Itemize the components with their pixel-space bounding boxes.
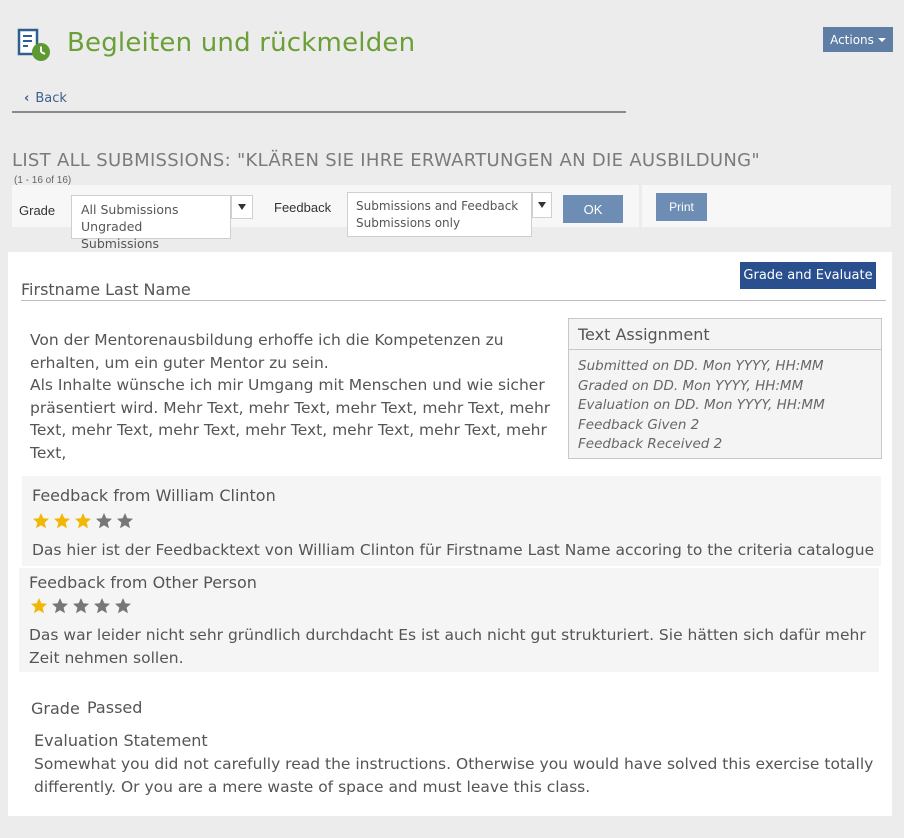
student-name: Firstname Last Name <box>21 280 191 299</box>
feedback-title: Feedback from William Clinton <box>32 486 276 505</box>
star-empty-icon <box>96 513 112 529</box>
star-filled-icon <box>31 598 47 614</box>
grade-option[interactable]: Ungraded Submissions <box>81 218 221 252</box>
submission-line: Von der Mentorenausbildung erhoffe ich d… <box>30 331 504 349</box>
feedback-text: Das hier ist der Feedbacktext von Willia… <box>32 541 875 559</box>
evaluation-text: Somewhat you did not carefully read the … <box>34 755 874 796</box>
grade-filter-select[interactable]: All Submissions Ungraded Submissions <box>71 195 231 251</box>
submission-text: Von der Mentorenausbildung erhoffe ich d… <box>30 329 552 464</box>
star-empty-icon <box>73 598 89 614</box>
evaluation-label: Evaluation Statement <box>34 731 208 750</box>
divider <box>12 111 626 113</box>
feedback-filter-select[interactable]: Submissions and Feedback Submissions onl… <box>347 192 532 237</box>
print-button[interactable]: Print <box>656 193 707 221</box>
submitted-date: Submitted on DD. Mon YYYY, HH:MM <box>578 358 824 374</box>
caret-down-icon <box>877 37 886 42</box>
star-filled-icon <box>54 513 70 529</box>
feedback-given: Feedback Given 2 <box>578 416 700 433</box>
app-icon <box>16 28 52 64</box>
star-empty-icon <box>115 598 131 614</box>
graded-date: Graded on DD. Mon YYYY, HH:MM <box>578 377 804 394</box>
star-empty-icon <box>94 598 110 614</box>
feedback-option[interactable]: Submissions and Feedback <box>356 198 523 215</box>
star-filled-icon <box>33 513 49 529</box>
submission-line: Text, <box>30 443 67 462</box>
assignment-title: Text Assignment <box>569 319 881 350</box>
grade-option[interactable]: All Submissions <box>81 201 221 218</box>
feedback-title: Feedback from Other Person <box>29 573 257 592</box>
star-filled-icon <box>75 513 91 529</box>
actions-button[interactable]: Actions <box>823 27 893 52</box>
grade-value: Passed <box>87 698 143 717</box>
star-rating <box>30 597 132 615</box>
star-empty-icon <box>52 598 68 614</box>
grade-and-evaluate-button[interactable]: Grade and Evaluate <box>740 262 876 289</box>
chevron-left-icon: ‹ <box>24 91 30 106</box>
page-title: Begleiten und rückmelden <box>67 28 416 58</box>
list-title: LIST ALL SUBMISSIONS: "KLÄREN SIE IHRE E… <box>12 150 760 171</box>
submission-line: Als Inhalte wünsche ich mir Umgang mit M… <box>30 376 545 394</box>
star-empty-icon <box>117 513 133 529</box>
feedback-text: Das war leider nicht sehr gründlich durc… <box>29 626 866 667</box>
grade-dropdown-arrow-icon[interactable] <box>231 195 253 219</box>
back-link[interactable]: ‹ Back <box>24 91 67 106</box>
feedback-dropdown-arrow-icon[interactable] <box>532 192 552 218</box>
feedback-received: Feedback Received 2 <box>578 436 723 452</box>
evaluation-date: Evaluation on DD. Mon YYYY, HH:MM <box>578 397 825 413</box>
ok-button[interactable]: OK <box>563 195 623 223</box>
submission-line: präsentiert wird. Mehr Text, mehr Text, … <box>30 398 551 417</box>
actions-label: Actions <box>830 32 874 47</box>
submission-line: erhalten, um ein guter Mentor zu sein. <box>30 353 329 372</box>
submission-line: Text, mehr Text, mehr Text, mehr Text, m… <box>30 421 547 439</box>
grade-filter-label: Grade <box>19 203 56 218</box>
star-rating <box>32 512 134 530</box>
feedback-filter-label: Feedback <box>274 200 332 215</box>
divider <box>21 300 886 301</box>
feedback-option[interactable]: Submissions only <box>356 215 523 232</box>
back-label: Back <box>35 91 67 106</box>
grade-label: Grade <box>31 699 80 718</box>
assignment-details: Submitted on DD. Mon YYYY, HH:MM Graded … <box>578 357 825 455</box>
